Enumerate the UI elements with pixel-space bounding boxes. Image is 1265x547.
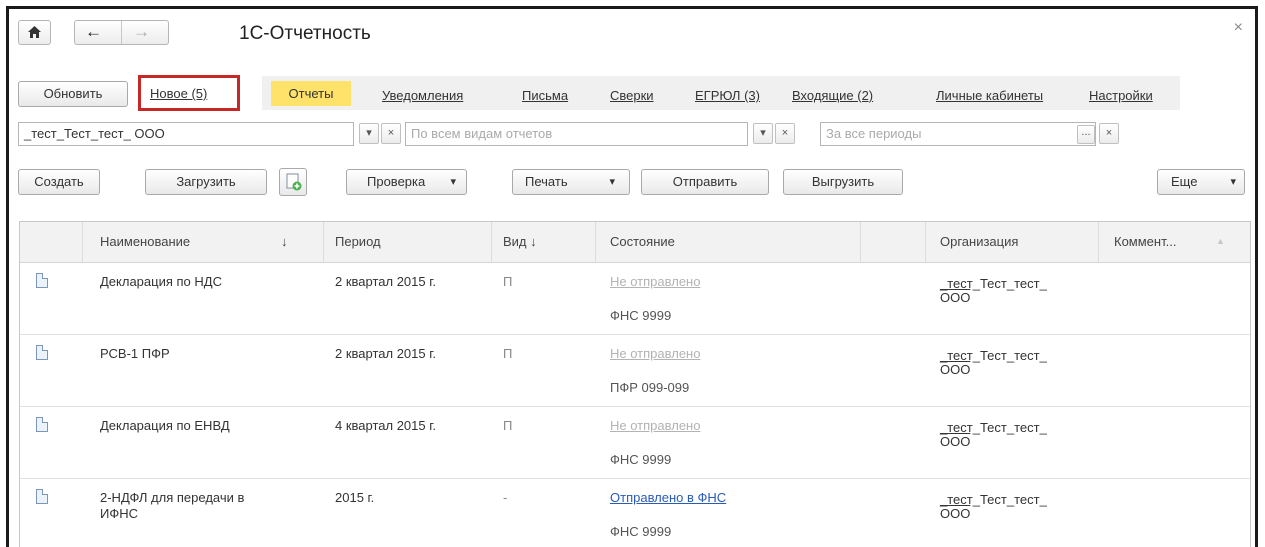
table-row[interactable]: Декларация по ЕНВД 4 квартал 2015 г. П Н… xyxy=(20,406,1250,479)
scroll-up-icon[interactable]: ▲ xyxy=(1216,236,1225,246)
row-status-link[interactable]: Отправлено в ФНС xyxy=(610,490,726,505)
tab-letters[interactable]: Письма xyxy=(522,88,568,103)
tab-egrul[interactable]: ЕГРЮЛ (3) xyxy=(695,88,760,103)
reporting-window: ← → 1С-Отчетность × Обновить Новое (5) О… xyxy=(6,6,1258,547)
close-icon[interactable]: × xyxy=(1234,19,1243,37)
column-divider xyxy=(491,222,492,262)
row-kind: П xyxy=(503,418,513,433)
chevron-down-icon: ▾ xyxy=(450,176,456,188)
organization-field[interactable]: _тест_Тест_тест_ ООО xyxy=(18,122,354,146)
row-period: 2015 г. xyxy=(335,490,375,505)
tab-personal-accounts[interactable]: Личные кабинеты xyxy=(936,88,1043,103)
column-divider xyxy=(925,222,926,262)
row-name-line2: ИФНС xyxy=(100,506,139,521)
report-kind-field[interactable]: По всем видам отчетов xyxy=(405,122,748,146)
more-label: Еще xyxy=(1171,174,1198,189)
row-period: 2 квартал 2015 г. xyxy=(335,274,436,289)
table-header: Наименование ↓ Период Вид ↓ Состояние Ор… xyxy=(20,222,1250,263)
row-org-line2: ООО xyxy=(940,506,971,521)
row-name: Декларация по ЕНВД xyxy=(100,418,230,433)
history-nav: ← → xyxy=(74,20,169,45)
refresh-button[interactable]: Обновить xyxy=(18,81,128,107)
send-button[interactable]: Отправить xyxy=(641,169,769,195)
forward-arrow-icon[interactable]: → xyxy=(133,22,150,42)
row-authority: ФНС 9999 xyxy=(610,524,672,539)
row-status-link[interactable]: Не отправлено xyxy=(610,418,700,433)
check-dropdown-button[interactable]: Проверка ▾ xyxy=(346,169,467,195)
table-row[interactable]: 2-НДФЛ для передачи в ИФНС 2015 г. - Отп… xyxy=(20,478,1250,547)
report-kind-clear-icon[interactable]: × xyxy=(775,123,795,144)
nav-divider xyxy=(121,21,122,44)
row-period: 2 квартал 2015 г. xyxy=(335,346,436,361)
row-authority: ФНС 9999 xyxy=(610,452,672,467)
chevron-down-icon: ▾ xyxy=(609,176,615,188)
document-icon xyxy=(36,273,48,288)
row-org-line2: ООО xyxy=(940,362,971,377)
row-org-line1: _тест_Тест_тест_ xyxy=(940,276,1047,291)
tab-incoming[interactable]: Входящие (2) xyxy=(792,88,873,103)
tab-settings[interactable]: Настройки xyxy=(1089,88,1153,103)
header-period[interactable]: Период xyxy=(335,234,381,249)
header-name[interactable]: Наименование xyxy=(100,234,190,249)
header-organization[interactable]: Организация xyxy=(940,234,1018,249)
create-button[interactable]: Создать xyxy=(18,169,100,195)
chevron-down-icon: ▾ xyxy=(1230,176,1236,188)
row-org-line1: _тест_Тест_тест_ xyxy=(940,420,1047,435)
row-period: 4 квартал 2015 г. xyxy=(335,418,436,433)
new-highlight-box: Новое (5) xyxy=(138,75,240,111)
column-divider xyxy=(860,222,861,262)
document-icon xyxy=(36,489,48,504)
row-kind: П xyxy=(503,346,513,361)
more-dropdown-button[interactable]: Еще ▾ xyxy=(1157,169,1245,195)
row-org-line1: _тест_Тест_тест_ xyxy=(940,348,1047,363)
row-status-link[interactable]: Не отправлено xyxy=(610,346,700,361)
period-select-icon[interactable]: ... xyxy=(1077,125,1095,144)
table-row[interactable]: РСВ-1 ПФР 2 квартал 2015 г. П Не отправл… xyxy=(20,334,1250,407)
column-divider xyxy=(1098,222,1099,262)
column-divider xyxy=(595,222,596,262)
organization-clear-icon[interactable]: × xyxy=(381,123,401,144)
row-org-line2: ООО xyxy=(940,434,971,449)
row-kind: - xyxy=(503,490,508,505)
row-name: РСВ-1 ПФР xyxy=(100,346,170,361)
add-document-icon xyxy=(286,173,302,191)
row-authority: ФНС 9999 xyxy=(610,308,672,323)
header-status[interactable]: Состояние xyxy=(610,234,675,249)
row-org-line2: ООО xyxy=(940,290,971,305)
row-org-line1: _тест_Тест_тест_ xyxy=(940,492,1047,507)
table-row[interactable]: Декларация по НДС 2 квартал 2015 г. П Не… xyxy=(20,262,1250,335)
home-button[interactable] xyxy=(18,20,51,45)
check-label: Проверка xyxy=(367,174,426,189)
row-authority: ПФР 099-099 xyxy=(610,380,690,395)
row-kind: П xyxy=(503,274,513,289)
row-status-link[interactable]: Не отправлено xyxy=(610,274,700,289)
column-divider xyxy=(82,222,83,262)
sort-down-icon[interactable]: ↓ xyxy=(281,234,288,249)
print-label: Печать xyxy=(525,174,568,189)
header-comment[interactable]: Коммент... xyxy=(1114,234,1176,249)
column-divider xyxy=(323,222,324,262)
back-arrow-icon[interactable]: ← xyxy=(85,22,102,42)
window-title: 1С-Отчетность xyxy=(239,23,371,44)
print-dropdown-button[interactable]: Печать ▾ xyxy=(512,169,630,195)
tab-notifications[interactable]: Уведомления xyxy=(382,88,463,103)
add-file-button[interactable] xyxy=(279,168,307,196)
document-icon xyxy=(36,417,48,432)
period-clear-icon[interactable]: × xyxy=(1099,123,1119,144)
export-button[interactable]: Выгрузить xyxy=(783,169,903,195)
load-button[interactable]: Загрузить xyxy=(145,169,267,195)
reports-table: Наименование ↓ Период Вид ↓ Состояние Ор… xyxy=(19,221,1251,547)
home-icon xyxy=(28,26,41,38)
period-field[interactable]: За все периоды xyxy=(820,122,1096,146)
document-icon xyxy=(36,345,48,360)
row-name: Декларация по НДС xyxy=(100,274,222,289)
tab-reports[interactable]: Отчеты xyxy=(271,81,351,106)
header-kind[interactable]: Вид ↓ xyxy=(503,234,537,249)
organization-dropdown-icon[interactable]: ▾ xyxy=(359,123,379,144)
row-name-line1: 2-НДФЛ для передачи в xyxy=(100,490,245,505)
report-kind-dropdown-icon[interactable]: ▾ xyxy=(753,123,773,144)
tab-reconciliations[interactable]: Сверки xyxy=(610,88,654,103)
new-link[interactable]: Новое (5) xyxy=(150,86,207,101)
